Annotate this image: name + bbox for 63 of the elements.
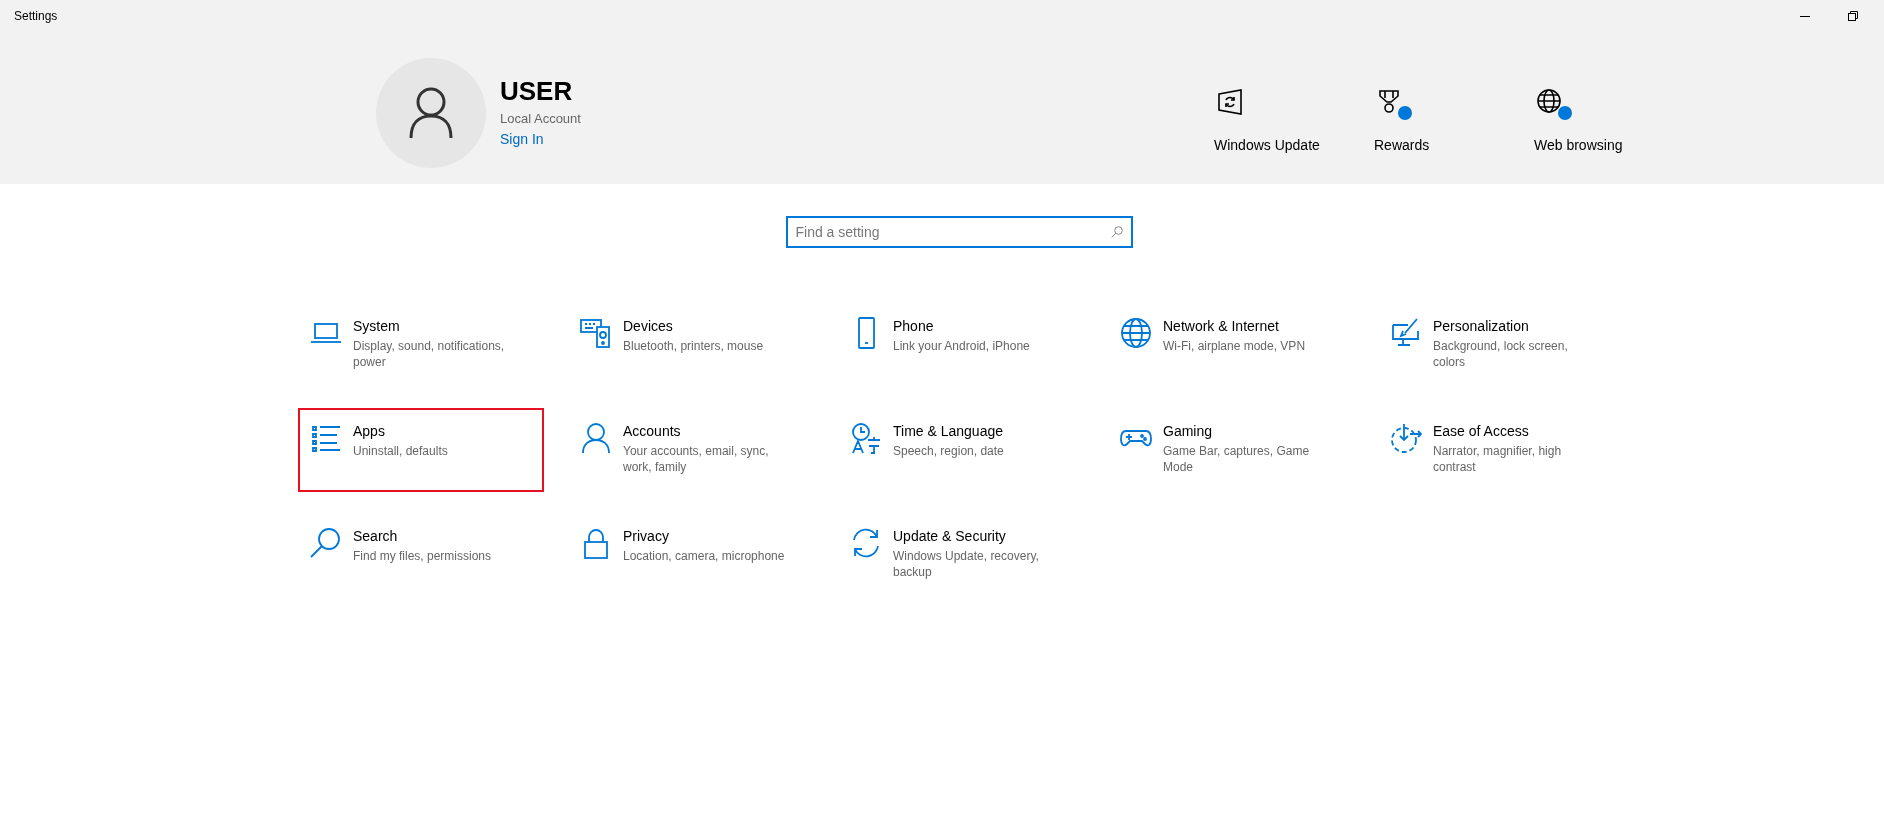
category-description: Your accounts, email, sync, work, family xyxy=(623,443,770,475)
window-sync-icon xyxy=(1216,88,1244,116)
quick-link[interactable]: Web browsing xyxy=(1534,137,1623,153)
globe-icon xyxy=(1120,317,1152,349)
settings-category[interactable]: Search Find my files, permissions xyxy=(298,513,544,597)
category-title: Personalization xyxy=(1433,317,1530,335)
settings-category[interactable]: Gaming Game Bar, captures, Game Mode xyxy=(1108,408,1354,492)
category-description: Uninstall, defaults xyxy=(353,443,449,459)
notification-dot xyxy=(1398,106,1412,120)
quick-link[interactable]: Windows Update xyxy=(1214,137,1320,153)
sync-arrows-icon xyxy=(850,527,882,559)
category-description: Game Bar, captures, Game Mode xyxy=(1163,443,1311,475)
category-description: Windows Update, recovery, backup xyxy=(893,548,1040,580)
restore-icon[interactable] xyxy=(1848,11,1858,21)
settings-category[interactable]: Update & Security Windows Update, recovery, backup xyxy=(838,513,1084,597)
category-description: Link your Android, iPhone xyxy=(893,338,1031,354)
category-title: Time & Language xyxy=(893,422,1004,440)
settings-category[interactable]: Accounts Your accounts, email, sync, work, family xyxy=(568,408,814,492)
category-title: System xyxy=(353,317,401,335)
search-icon xyxy=(1110,226,1123,238)
quick-link[interactable]: Rewards xyxy=(1374,137,1430,153)
category-title: Network & Internet xyxy=(1163,317,1280,335)
settings-category[interactable]: Personalization Background, lock screen, colors xyxy=(1378,303,1624,387)
settings-category[interactable]: Devices Bluetooth, printers, mouse xyxy=(568,303,814,387)
settings-category[interactable]: Apps Uninstall, defaults xyxy=(298,408,544,492)
category-description: Location, camera, microphone xyxy=(623,548,786,564)
window-title: Settings xyxy=(14,9,58,23)
settings-category[interactable]: Ease of Access Narrator, magnifier, high contrast xyxy=(1378,408,1624,492)
category-title: Devices xyxy=(623,317,674,335)
category-description: Speech, region, date xyxy=(893,443,1005,459)
settings-category[interactable]: Network & Internet Wi-Fi, airplane mode, VPN xyxy=(1108,303,1354,387)
keyboard-speaker-icon xyxy=(580,317,612,349)
category-description: Find my files, permissions xyxy=(353,548,493,564)
category-title: Apps xyxy=(353,422,386,440)
category-title: Search xyxy=(353,527,399,545)
category-description: Bluetooth, printers, mouse xyxy=(623,338,765,354)
settings-category[interactable]: Time & Language Speech, region, date xyxy=(838,408,1084,492)
category-title: Phone xyxy=(893,317,935,335)
category-description: Narrator, magnifier, high contrast xyxy=(1433,443,1563,475)
category-title: Ease of Access xyxy=(1433,422,1530,440)
category-title: Update & Security xyxy=(893,527,1007,545)
clock-letters-icon xyxy=(850,422,882,454)
category-description: Wi-Fi, airplane mode, VPN xyxy=(1163,338,1307,354)
notification-dot xyxy=(1558,106,1572,120)
minimize-icon[interactable] xyxy=(1800,15,1810,17)
category-title: Gaming xyxy=(1163,422,1214,440)
magnifier-icon xyxy=(310,527,342,559)
account-name: USER xyxy=(500,75,573,107)
settings-category[interactable]: Privacy Location, camera, microphone xyxy=(568,513,814,597)
globe-icon xyxy=(1536,88,1564,116)
settings-category[interactable]: System Display, sound, notifications, power xyxy=(298,303,544,387)
category-title: Privacy xyxy=(623,527,670,545)
search-field[interactable]: Find a setting xyxy=(785,216,1133,248)
person-icon xyxy=(580,422,612,454)
category-title: Accounts xyxy=(623,422,682,440)
person-icon xyxy=(409,87,453,139)
sign-in-link[interactable]: Sign In xyxy=(500,131,544,147)
dashed-circle-arrow-icon xyxy=(1390,422,1422,454)
category-description: Display, sound, notifications, power xyxy=(353,338,506,370)
category-description: Background, lock screen, colors xyxy=(1433,338,1569,370)
account-type: Local Account xyxy=(500,111,581,126)
monitor-brush-icon xyxy=(1390,317,1422,349)
settings-category[interactable]: Phone Link your Android, iPhone xyxy=(838,303,1084,387)
